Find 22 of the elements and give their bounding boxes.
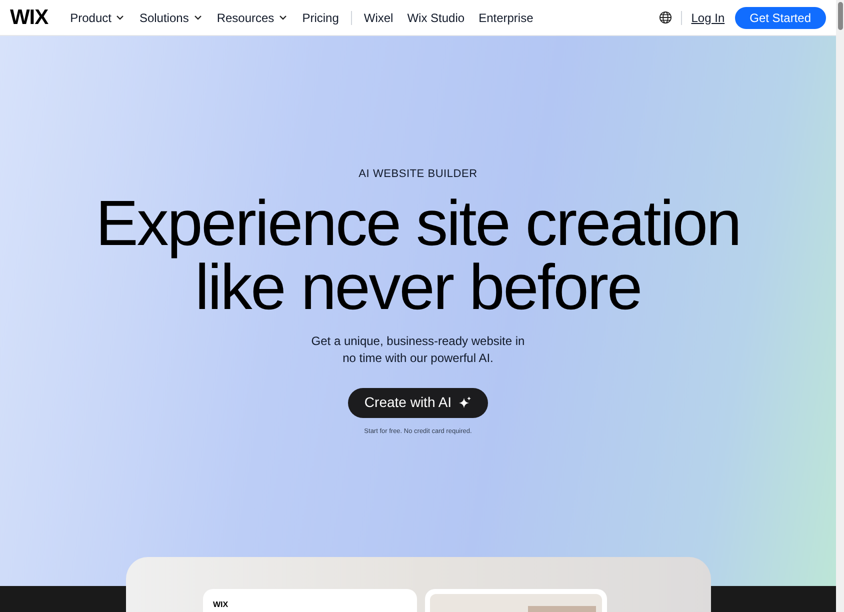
eyebrow-text: AI WEBSITE BUILDER [358,167,478,182]
nav-link[interactable]: Resources [216,8,288,26]
nav-link[interactable]: Wix Studio [407,8,465,26]
wix-logo[interactable]: WIX [10,2,48,34]
login-link[interactable]: Log In [691,8,725,26]
subtitle-text: no time with our powerful AI. [342,350,494,366]
nav-link[interactable]: Product [70,8,124,26]
subtitle-text: Get a unique, business-ready website in [311,332,525,350]
get-started-button[interactable]: Get Started [734,6,826,28]
chevron-down-icon [116,15,124,20]
globe-icon[interactable] [659,11,672,24]
chevron-down-icon [194,15,202,20]
nav-link[interactable]: Solutions [139,8,202,26]
create-with-ai-button[interactable]: Create with AI [348,388,488,418]
nav-link[interactable]: Enterprise [478,8,534,26]
nav-link[interactable]: Pricing [302,8,339,26]
preview-logo: WIX [213,599,228,611]
chevron-down-icon [279,15,288,20]
headline-text: like never before [195,254,641,318]
nav-link[interactable]: Wixel [364,8,394,26]
scrollbar[interactable] [836,0,844,612]
sparkle-icon [458,396,472,410]
